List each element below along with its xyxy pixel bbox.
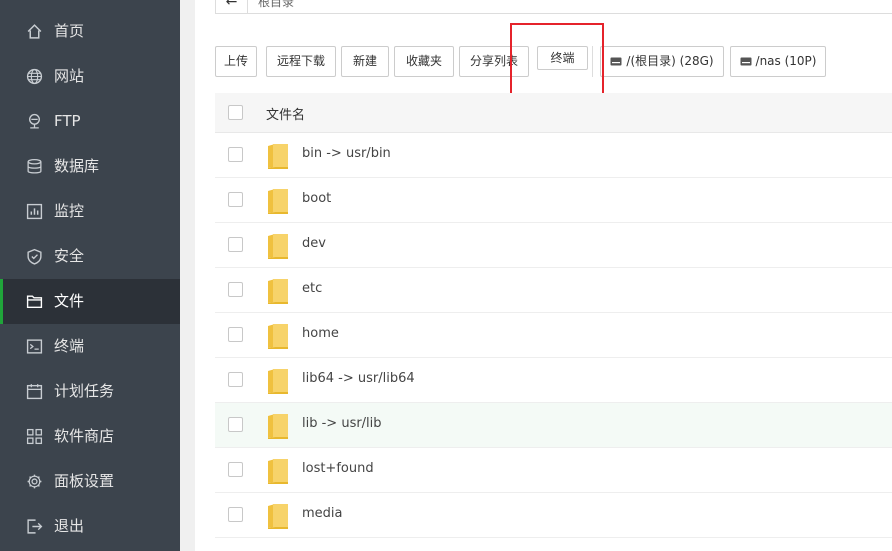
select-all-checkbox[interactable] bbox=[228, 105, 243, 120]
row-checkbox[interactable] bbox=[228, 237, 243, 252]
terminal-button[interactable]: 终端 bbox=[537, 46, 588, 70]
file-name[interactable]: lost+found bbox=[302, 461, 374, 476]
disk-nas-button[interactable]: /nas (10P) bbox=[730, 46, 826, 77]
sidebar-item-ftp[interactable]: FTP bbox=[0, 99, 180, 144]
sidebar-item-security[interactable]: 安全 bbox=[0, 234, 180, 279]
sidebar-item-label: 面板设置 bbox=[54, 472, 115, 490]
disk-nas-label: /nas (10P) bbox=[755, 54, 817, 68]
file-name[interactable]: bin -> usr/bin bbox=[302, 146, 391, 161]
sidebar-item-database[interactable]: 数据库 bbox=[0, 144, 180, 189]
toolbar-divider bbox=[592, 46, 593, 77]
file-name[interactable]: lib64 -> usr/lib64 bbox=[302, 371, 415, 386]
path-bar[interactable]: ← 根目录 bbox=[215, 0, 892, 14]
share-list-button[interactable]: 分享列表 bbox=[459, 46, 529, 77]
row-checkbox[interactable] bbox=[228, 282, 243, 297]
favorites-button[interactable]: 收藏夹 bbox=[394, 46, 454, 77]
sidebar-item-label: FTP bbox=[54, 112, 81, 130]
sidebar-item-monitor[interactable]: 监控 bbox=[0, 189, 180, 234]
table-row[interactable]: bin -> usr/bin bbox=[215, 133, 892, 178]
sidebar: 首页 网站 FTP 数据库 监控 安全 文件 终端 计划任务 软件商店 面板设置… bbox=[0, 0, 180, 551]
file-name[interactable]: media bbox=[302, 506, 343, 521]
monitor-icon bbox=[26, 203, 43, 220]
folder-icon bbox=[267, 233, 289, 259]
file-name[interactable]: lib -> usr/lib bbox=[302, 416, 382, 431]
folder-icon bbox=[267, 323, 289, 349]
file-manager: ← 根目录 上传 远程下载 新建 收藏夹 分享列表 终端 /(根目录) (28G… bbox=[195, 0, 892, 551]
sidebar-item-files[interactable]: 文件 bbox=[0, 279, 180, 324]
folder-icon bbox=[267, 278, 289, 304]
sidebar-item-label: 计划任务 bbox=[54, 382, 115, 400]
sidebar-item-label: 退出 bbox=[54, 517, 85, 535]
row-checkbox[interactable] bbox=[228, 417, 243, 432]
upload-button[interactable]: 上传 bbox=[215, 46, 257, 77]
sidebar-item-label: 安全 bbox=[54, 247, 85, 265]
table-row[interactable]: dev bbox=[215, 223, 892, 268]
home-icon bbox=[26, 23, 43, 40]
arrow-left-icon: ← bbox=[225, 0, 238, 10]
sidebar-item-website[interactable]: 网站 bbox=[0, 54, 180, 99]
table-row[interactable]: etc bbox=[215, 268, 892, 313]
sidebar-item-panel-settings[interactable]: 面板设置 bbox=[0, 459, 180, 504]
column-header-filename[interactable]: 文件名 bbox=[266, 104, 305, 123]
row-checkbox[interactable] bbox=[228, 147, 243, 162]
calendar-icon bbox=[26, 383, 43, 400]
globe-icon bbox=[26, 68, 43, 85]
hard-drive-icon bbox=[610, 57, 622, 66]
remote-download-button[interactable]: 远程下载 bbox=[266, 46, 336, 77]
sidebar-item-label: 首页 bbox=[54, 22, 85, 40]
sidebar-item-label: 终端 bbox=[54, 337, 85, 355]
folder-icon bbox=[267, 458, 289, 484]
table-row[interactable]: home bbox=[215, 313, 892, 358]
sidebar-item-app-store[interactable]: 软件商店 bbox=[0, 414, 180, 459]
row-checkbox[interactable] bbox=[228, 507, 243, 522]
logout-icon bbox=[26, 518, 43, 535]
hard-drive-icon bbox=[740, 57, 752, 66]
ftp-icon bbox=[26, 113, 43, 130]
folder-icon bbox=[267, 143, 289, 169]
table-row[interactable]: lib -> usr/lib bbox=[215, 403, 892, 448]
sidebar-item-label: 文件 bbox=[54, 292, 85, 310]
path-text: 根目录 bbox=[258, 0, 295, 9]
new-button[interactable]: 新建 bbox=[341, 46, 389, 77]
sidebar-item-terminal[interactable]: 终端 bbox=[0, 324, 180, 369]
folder-icon bbox=[267, 188, 289, 214]
sidebar-item-label: 监控 bbox=[54, 202, 85, 220]
file-name[interactable]: home bbox=[302, 326, 339, 341]
folder-icon bbox=[267, 413, 289, 439]
file-name[interactable]: dev bbox=[302, 236, 326, 251]
file-name[interactable]: etc bbox=[302, 281, 322, 296]
sidebar-item-label: 软件商店 bbox=[54, 427, 115, 445]
table-row[interactable]: media bbox=[215, 493, 892, 538]
folder-icon bbox=[267, 368, 289, 394]
shield-icon bbox=[26, 248, 43, 265]
sidebar-item-logout[interactable]: 退出 bbox=[0, 504, 180, 549]
table-row[interactable]: boot bbox=[215, 178, 892, 223]
disk-root-label: /(根目录) (28G) bbox=[626, 54, 714, 68]
sidebar-item-home[interactable]: 首页 bbox=[0, 9, 180, 54]
gear-icon bbox=[26, 473, 43, 490]
row-checkbox[interactable] bbox=[228, 462, 243, 477]
file-name[interactable]: boot bbox=[302, 191, 331, 206]
disk-root-button[interactable]: /(根目录) (28G) bbox=[600, 46, 724, 77]
database-icon bbox=[26, 158, 43, 175]
row-checkbox[interactable] bbox=[228, 372, 243, 387]
sidebar-item-label: 网站 bbox=[54, 67, 85, 85]
grid-icon bbox=[26, 428, 43, 445]
terminal-icon bbox=[26, 338, 43, 355]
folder-icon bbox=[267, 503, 289, 529]
folder-icon bbox=[26, 293, 43, 310]
row-checkbox[interactable] bbox=[228, 192, 243, 207]
back-button[interactable]: ← bbox=[216, 0, 248, 13]
row-checkbox[interactable] bbox=[228, 327, 243, 342]
table-row[interactable]: lost+found bbox=[215, 448, 892, 493]
table-header: 文件名 bbox=[215, 93, 892, 133]
sidebar-item-label: 数据库 bbox=[54, 157, 100, 175]
table-row[interactable]: lib64 -> usr/lib64 bbox=[215, 358, 892, 403]
sidebar-item-cron[interactable]: 计划任务 bbox=[0, 369, 180, 414]
